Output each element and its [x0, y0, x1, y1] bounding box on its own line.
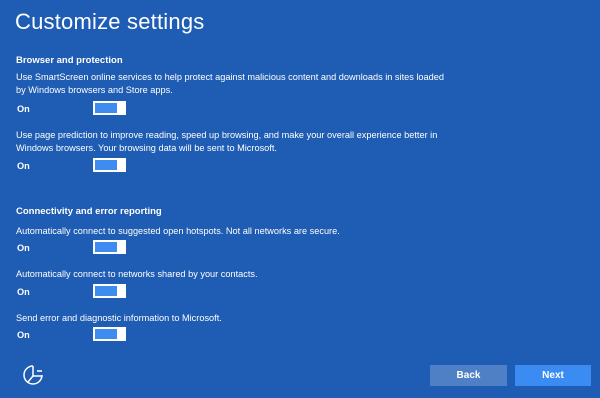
- section-header-connectivity: Connectivity and error reporting: [16, 206, 162, 217]
- smartscreen-description: Use SmartScreen online services to help …: [16, 72, 444, 95]
- contact-networks-toggle-label: On: [17, 287, 30, 297]
- next-button[interactable]: Next: [515, 365, 591, 386]
- smartscreen-toggle-label: On: [17, 104, 30, 114]
- smartscreen-toggle[interactable]: [93, 101, 126, 115]
- toggle-track: [95, 103, 117, 113]
- error-reporting-description: Send error and diagnostic information to…: [16, 313, 222, 323]
- back-button[interactable]: Back: [430, 365, 507, 386]
- toggle-knob: [117, 101, 126, 115]
- error-reporting-toggle[interactable]: [93, 327, 126, 341]
- page-prediction-toggle-label: On: [17, 161, 30, 171]
- toggle-knob: [117, 240, 126, 254]
- contact-networks-description: Automatically connect to networks shared…: [16, 269, 258, 279]
- open-hotspots-description: Automatically connect to suggested open …: [16, 226, 340, 236]
- open-hotspots-toggle-label: On: [17, 243, 30, 253]
- error-reporting-toggle-label: On: [17, 330, 30, 340]
- toggle-track: [95, 160, 117, 170]
- page-prediction-toggle[interactable]: [93, 158, 126, 172]
- toggle-track: [95, 242, 117, 252]
- toggle-knob: [117, 284, 126, 298]
- page-prediction-description: Use page prediction to improve reading, …: [16, 130, 438, 153]
- open-hotspots-toggle[interactable]: [93, 240, 126, 254]
- page-title: Customize settings: [15, 9, 205, 34]
- toggle-knob: [117, 327, 126, 341]
- contact-networks-toggle[interactable]: [93, 284, 126, 298]
- toggle-knob: [117, 158, 126, 172]
- ease-of-access-icon[interactable]: [21, 363, 45, 387]
- section-header-browser-protection: Browser and protection: [16, 55, 123, 66]
- toggle-track: [95, 329, 117, 339]
- toggle-track: [95, 286, 117, 296]
